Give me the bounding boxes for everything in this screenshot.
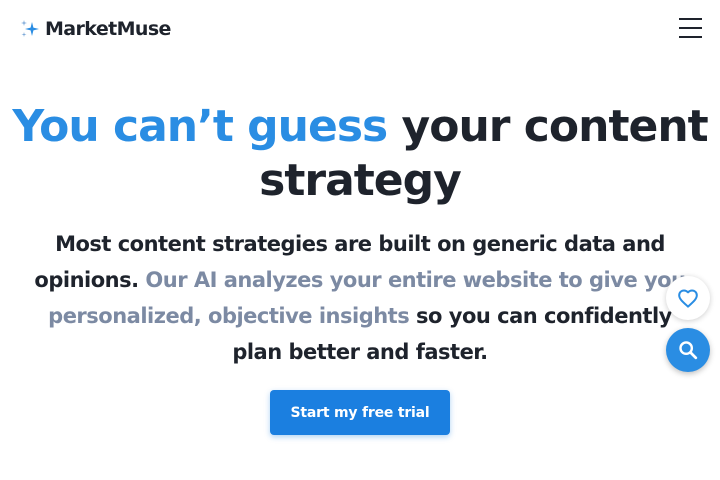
favorite-button[interactable] <box>666 276 710 320</box>
hero-title-accent: You can’t guess <box>12 101 388 152</box>
start-free-trial-button[interactable]: Start my free trial <box>270 390 450 435</box>
logo[interactable]: MarketMuse <box>20 18 171 40</box>
sparkle-icon <box>20 18 40 40</box>
hamburger-menu-icon[interactable] <box>679 18 703 40</box>
search-icon <box>679 341 698 360</box>
hero-subtitle: Most content strategies are built on gen… <box>28 226 692 370</box>
site-header: MarketMuse <box>0 0 720 60</box>
logo-text: MarketMuse <box>45 18 171 40</box>
hero-title: You can’t guess your content strategy <box>0 100 720 208</box>
heart-icon <box>678 289 698 308</box>
search-button[interactable] <box>666 328 710 372</box>
